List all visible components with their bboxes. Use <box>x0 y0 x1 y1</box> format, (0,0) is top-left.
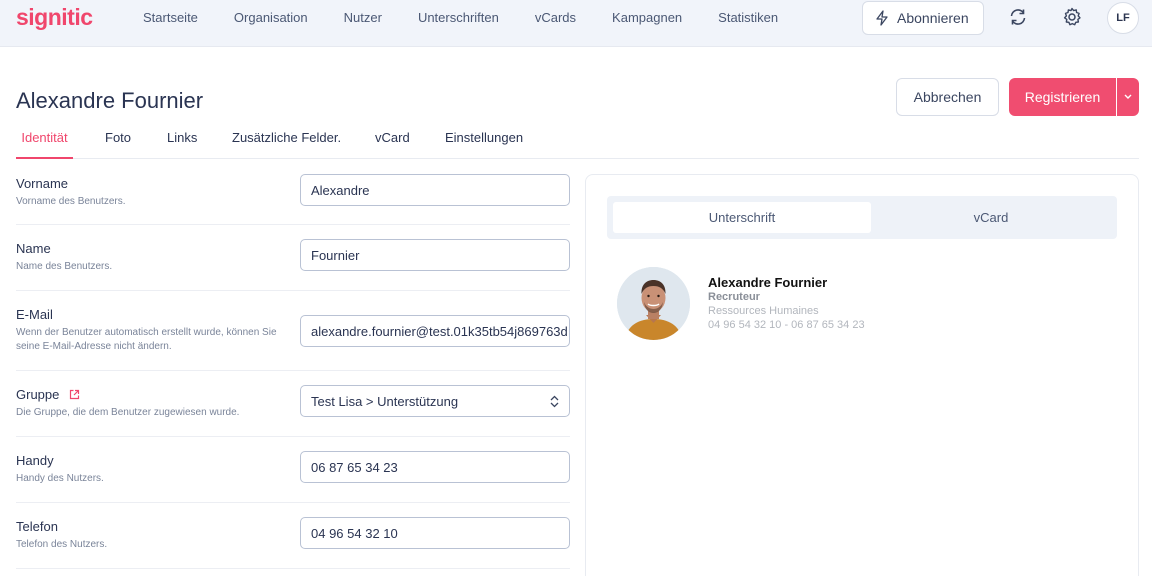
tab-foto[interactable]: Foto <box>105 130 131 159</box>
form-row-email: E-Mail Wenn der Benutzer automatisch ers… <box>16 291 570 371</box>
tab-zusaetzliche-felder[interactable]: Zusätzliche Felder. <box>232 130 341 159</box>
name-input[interactable]: Fournier <box>300 239 570 271</box>
preview-toggle: Unterschrift vCard <box>607 196 1117 239</box>
settings-button[interactable] <box>1061 6 1083 28</box>
cancel-button[interactable]: Abbrechen <box>896 78 999 116</box>
handy-input[interactable]: 06 87 65 34 23 <box>300 451 570 483</box>
field-label: Gruppe <box>16 387 60 402</box>
nav-organisation[interactable]: Organisation <box>234 10 308 25</box>
sync-icon <box>1010 9 1026 25</box>
lightning-icon <box>876 10 888 26</box>
field-help: Name des Benutzers. <box>16 261 113 272</box>
signitic-logo[interactable]: signitic <box>16 4 93 31</box>
form-row-gruppe: Gruppe Die Gruppe, die dem Benutzer zuge… <box>16 371 570 437</box>
field-label: Handy <box>16 453 54 468</box>
field-label-row: Gruppe <box>16 387 80 402</box>
gruppe-selected-value: Test Lisa > Unterstützung <box>311 393 459 409</box>
field-help: Handy des Nutzers. <box>16 473 104 484</box>
signature-preview-panel: Unterschrift vCard Alexandre Fournier Re… <box>585 174 1139 576</box>
field-help: Vorname des Benutzers. <box>16 196 126 207</box>
email-input[interactable]: alexandre.fournier@test.01k35tb54j869763… <box>300 315 570 347</box>
sync-button[interactable] <box>1007 6 1029 28</box>
form-row-name: Name Name des Benutzers. Fournier <box>16 225 570 291</box>
user-avatar[interactable]: LF <box>1107 2 1139 34</box>
nav-startseite[interactable]: Startseite <box>143 10 198 25</box>
form-row-vorname: Vorname Vorname des Benutzers. Alexandre <box>16 174 570 225</box>
field-label: Telefon <box>16 519 58 534</box>
nav-unterschriften[interactable]: Unterschriften <box>418 10 499 25</box>
main-nav: Startseite Organisation Nutzer Unterschr… <box>143 10 814 25</box>
signature-phones: 04 96 54 32 10 - 06 87 65 34 23 <box>708 319 865 331</box>
subscribe-label: Abonnieren <box>897 10 969 26</box>
telefon-input[interactable]: 04 96 54 32 10 <box>300 517 570 549</box>
signature-department: Ressources Humaines <box>708 305 819 317</box>
nav-nutzer[interactable]: Nutzer <box>344 10 382 25</box>
tab-vcard[interactable]: vCard <box>375 130 410 159</box>
vorname-input[interactable]: Alexandre <box>300 174 570 206</box>
preview-tab-unterschrift[interactable]: Unterschrift <box>613 202 871 233</box>
field-label: Name <box>16 241 51 256</box>
signature-job-title: Recruteur <box>708 291 760 303</box>
field-help: Telefon des Nutzers. <box>16 539 108 550</box>
register-dropdown-button[interactable] <box>1117 78 1139 116</box>
form-row-telefon: Telefon Telefon des Nutzers. 04 96 54 32… <box>16 503 570 569</box>
field-label: Vorname <box>16 176 69 191</box>
external-link-icon[interactable] <box>69 389 80 400</box>
tab-identitaet[interactable]: Identität <box>16 130 73 159</box>
chevron-down-icon <box>1124 94 1132 99</box>
signature-photo <box>617 267 690 340</box>
field-help: Wenn der Benutzer automatisch erstellt w… <box>16 327 277 352</box>
field-label: E-Mail <box>16 307 53 322</box>
page-title: Alexandre Fournier <box>16 88 204 113</box>
nav-kampagnen[interactable]: Kampagnen <box>612 10 682 25</box>
tab-links[interactable]: Links <box>167 130 197 159</box>
field-help: Die Gruppe, die dem Benutzer zugewiesen … <box>16 407 240 418</box>
nav-statistiken[interactable]: Statistiken <box>718 10 778 25</box>
signature-name: Alexandre Fournier <box>708 275 828 290</box>
tab-einstellungen[interactable]: Einstellungen <box>445 130 523 159</box>
register-button[interactable]: Registrieren <box>1009 78 1116 116</box>
gear-icon <box>1063 7 1081 26</box>
form-row-handy: Handy Handy des Nutzers. 06 87 65 34 23 <box>16 437 570 503</box>
preview-tab-vcard[interactable]: vCard <box>871 202 1111 233</box>
subscribe-button[interactable]: Abonnieren <box>862 1 984 35</box>
tab-bar: Identität Foto Links Zusätzliche Felder.… <box>16 130 1139 159</box>
gruppe-select[interactable]: Test Lisa > Unterstützung <box>300 385 570 417</box>
select-arrows-icon <box>550 395 559 407</box>
nav-vcards[interactable]: vCards <box>535 10 576 25</box>
top-navigation-bar: signitic Startseite Organisation Nutzer … <box>0 0 1152 47</box>
